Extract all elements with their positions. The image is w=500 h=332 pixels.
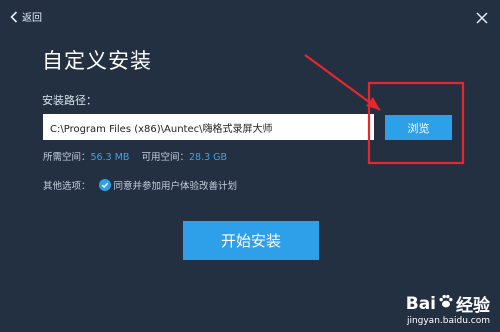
baidu-jingyan-watermark: Bai 经验 jingyan.baidu.com	[405, 291, 490, 327]
annotation-highlight-box	[367, 81, 465, 165]
watermark-brand-left: Bai	[405, 293, 436, 314]
watermark-url: jingyan.baidu.com	[406, 316, 490, 326]
watermark-brand-right: 经验	[456, 296, 490, 316]
custom-install-dialog: 返回 自定义安装 安装路径： 浏览 所需空间：56.3 MB 可用空间：28.3…	[0, 0, 500, 332]
annotation-overlay	[304, 54, 465, 165]
watermark-brand: Bai 经验	[405, 291, 490, 317]
paw-icon	[438, 293, 454, 314]
